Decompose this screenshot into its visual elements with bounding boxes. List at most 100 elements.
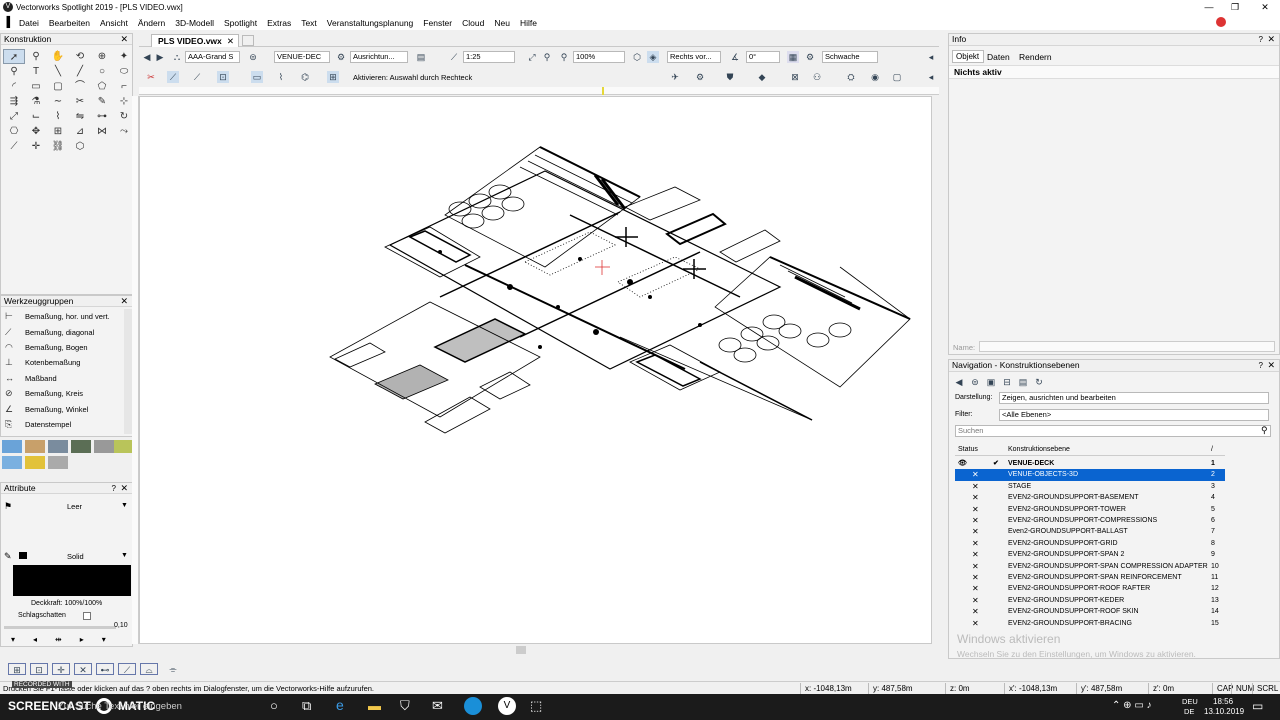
offset-tool-icon[interactable]: ⇶ <box>3 94 25 109</box>
task-view-icon[interactable]: ⧉ <box>302 698 311 714</box>
doc-tab[interactable]: PLS VIDEO.vwx ✕ <box>151 34 239 47</box>
drawing-canvas[interactable] <box>139 96 932 644</box>
zoom-magnify-icon[interactable]: ⚲ <box>558 51 570 63</box>
pen-style-value[interactable]: Solid <box>67 552 84 561</box>
nav-sheet-icon[interactable]: ▣ <box>985 376 997 388</box>
clock-time[interactable]: 18:56 <box>1213 697 1233 706</box>
snap-working-plane-icon[interactable]: ⌯ <box>166 663 180 675</box>
close-icon[interactable]: ✕ <box>120 483 128 494</box>
close-icon[interactable]: ✕ <box>227 35 234 47</box>
view-select[interactable]: Rechts vor... <box>667 51 721 63</box>
snap6-icon[interactable]: ⚇ <box>811 71 823 83</box>
table-row[interactable]: ✕ EVEN2-GROUNDSUPPORT-SPAN COMPRESSION AD… <box>955 561 1225 572</box>
pan-tool-icon[interactable]: ✋ <box>47 49 69 64</box>
menu-extras[interactable]: Extras <box>262 18 296 28</box>
oval-tool-icon[interactable]: ⬭ <box>113 64 135 79</box>
arrow-controls[interactable]: ▾◂⇹▸▾ <box>11 635 124 644</box>
class-icon[interactable]: ⛬ <box>171 51 183 63</box>
cortana-icon[interactable]: ○ <box>270 698 278 713</box>
table-row[interactable]: ✕ EVEN2-GROUNDSUPPORT-BASEMENT 4 <box>955 492 1225 503</box>
menu-text[interactable]: Text <box>296 18 322 28</box>
visibility-icon[interactable]: ✕ <box>972 504 979 515</box>
collapse-icon[interactable]: ◂ <box>925 51 937 63</box>
menu-3d-modell[interactable]: 3D-Modell <box>170 18 219 28</box>
col-name[interactable]: Konstruktionsebene <box>1008 444 1070 456</box>
view-cube-icon[interactable]: ◈ <box>647 51 659 63</box>
tool-item[interactable]: ↔ Maßband <box>1 371 123 386</box>
table-row[interactable]: ✕ VENUE-OBJECTS-3D 2 <box>955 469 1225 481</box>
polygon-tool-icon[interactable]: ⬠ <box>91 79 113 94</box>
teamviewer-icon[interactable] <box>464 697 482 715</box>
visibility-icon[interactable]: ✕ <box>972 481 979 492</box>
nav-refresh-icon[interactable]: ↻ <box>1033 376 1045 388</box>
mirror-icon[interactable]: ⇋ <box>69 109 91 124</box>
circle-tool-icon[interactable]: ○ <box>91 64 113 79</box>
rotate-view-icon[interactable]: ⟲ <box>69 49 91 64</box>
lang-region[interactable]: DE <box>1184 707 1194 716</box>
table-row[interactable]: ✕ EVEN2-GROUNDSUPPORT-KEDER 13 <box>955 595 1225 606</box>
table-row[interactable]: ✕ EVEN2-GROUNDSUPPORT-TOWER 5 <box>955 504 1225 515</box>
table-row[interactable]: ✕ EVEN2-GROUNDSUPPORT-ROOF SKIN 14 <box>955 606 1225 617</box>
rounded-rect-icon[interactable]: ▢ <box>47 79 69 94</box>
polyline-tool-icon[interactable]: ⌒ <box>69 79 91 94</box>
pen-tool-icon[interactable]: ✎ <box>91 94 113 109</box>
connect-icon[interactable]: ⊶ <box>91 109 113 124</box>
snipping-icon[interactable]: ⬚ <box>530 698 542 714</box>
close-icon[interactable]: ✕ <box>120 34 128 45</box>
snap4-icon[interactable]: ◆ <box>756 71 768 83</box>
text-tool-icon[interactable]: T <box>25 64 47 79</box>
visibility-icon[interactable]: ✕ <box>972 549 979 560</box>
visibility-icon[interactable]: ✕ <box>972 572 979 583</box>
store-icon[interactable]: ⛉ <box>400 698 410 714</box>
explorer-icon[interactable]: ▬ <box>368 698 381 713</box>
tool-item[interactable]: ⊘ Bemaßung, Kreis <box>1 386 123 401</box>
visibility-icon[interactable]: ✕ <box>972 595 979 606</box>
angle-icon[interactable]: ∡ <box>729 51 741 63</box>
menu-ansicht[interactable]: Ansicht <box>95 18 133 28</box>
snap5-icon[interactable]: ⊠ <box>789 71 801 83</box>
table-row[interactable]: ✕ EVEN2-GROUNDSUPPORT-GRID 8 <box>955 538 1225 549</box>
dimension-toolset-icon[interactable] <box>2 440 22 453</box>
tool-item[interactable]: ⊢ Bemaßung, hor. und vert. <box>1 309 123 324</box>
snap-object-icon[interactable]: ⊡ <box>30 663 48 675</box>
snap-tangent-icon[interactable]: ⟋ <box>118 663 136 675</box>
mode1-icon[interactable]: ✂ <box>145 71 157 83</box>
close-icon[interactable]: ✕ <box>1267 34 1275 45</box>
edge-icon[interactable]: e <box>336 697 344 713</box>
eyedropper-icon[interactable]: ⚗ <box>25 94 47 109</box>
page-icon[interactable]: ▤ <box>415 51 427 63</box>
visibility-icon[interactable]: ✕ <box>972 515 979 526</box>
visibility-icon[interactable]: ✕ <box>972 469 979 480</box>
snap1-icon[interactable]: ✈ <box>669 71 681 83</box>
clock-date[interactable]: 13.10.2019 <box>1204 707 1244 716</box>
layer-icon[interactable]: ⊜ <box>247 51 259 63</box>
snap8-icon[interactable]: ◉ <box>869 71 881 83</box>
magnify-icon[interactable]: ⚲ <box>3 64 25 79</box>
tool-item[interactable]: ⟋ Bemaßung, diagonal <box>1 324 123 339</box>
opacity-label[interactable]: Deckkraft: 100%/100% <box>31 600 102 607</box>
nav-view-icon[interactable]: ▤ <box>1017 376 1029 388</box>
nav-layer-icon[interactable]: ⊜ <box>969 376 981 388</box>
snap-intersect-icon[interactable]: ✕ <box>74 663 92 675</box>
align-select[interactable]: Ausrichtun... <box>350 51 408 63</box>
snap-angle-icon[interactable]: ✛ <box>52 663 70 675</box>
spiral-tool-icon[interactable]: ⌐ <box>113 79 135 94</box>
visibility-icon[interactable]: ✕ <box>972 561 979 572</box>
line-tool-icon[interactable]: ╲ <box>47 64 69 79</box>
layer-select[interactable]: VENUE-DEC <box>274 51 330 63</box>
table-row[interactable]: ✕ EVEN2-GROUNDSUPPORT-ROOF RAFTER 12 <box>955 583 1225 594</box>
rect-select-icon[interactable]: ▭ <box>251 71 263 83</box>
back-icon[interactable]: ◀ <box>141 51 153 63</box>
snap-surface-icon[interactable]: ⌓ <box>140 663 158 675</box>
event-toolset-icon[interactable] <box>114 440 132 453</box>
crosshair-icon[interactable]: ✛ <box>25 139 47 154</box>
tool-item[interactable]: ⎘ Datenstempel <box>1 417 123 432</box>
line-3d-icon[interactable]: ⟋ <box>3 139 25 154</box>
nav-class-icon[interactable]: ⊟ <box>1001 376 1013 388</box>
split-tool-icon[interactable]: ✂ <box>69 94 91 109</box>
fill-dropdown-icon[interactable]: ▼ <box>121 502 128 509</box>
tool-item[interactable]: ⊥ Kotenbemaßung <box>1 355 123 370</box>
zoom-select[interactable]: 100% <box>573 51 625 63</box>
trim-icon[interactable]: ⌇ <box>47 109 69 124</box>
table-row[interactable]: ✕ EVEN2-GROUNDSUPPORT-SPAN REINFORCEMENT 1… <box>955 572 1225 583</box>
